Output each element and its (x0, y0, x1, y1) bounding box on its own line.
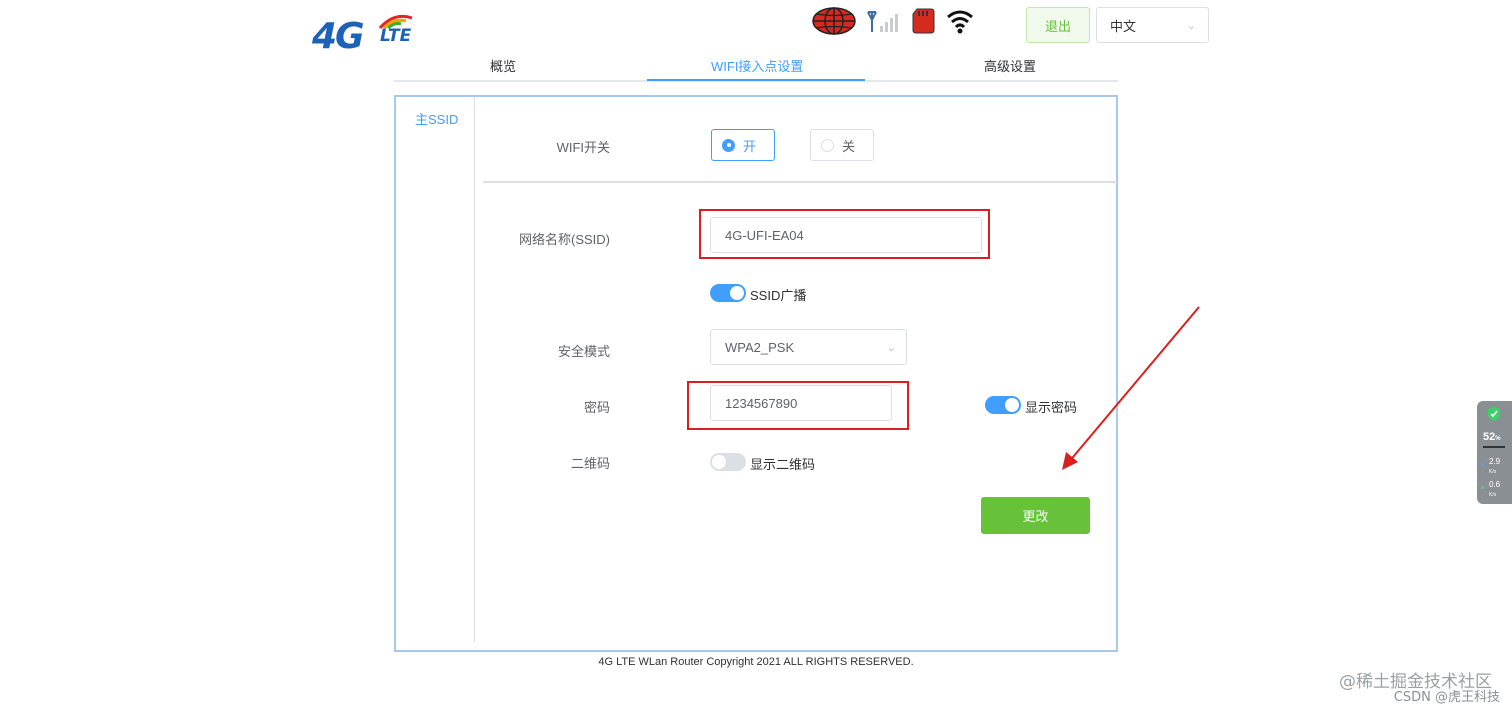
widget-bar (1483, 446, 1505, 448)
password-highlight-box (687, 381, 909, 430)
switch-knob (1005, 398, 1019, 412)
widget-download: 0.6 K/s (1489, 480, 1501, 498)
tab-overview[interactable]: 概览 (490, 56, 516, 75)
tab-wifi-ap-settings[interactable]: WIFI接入点设置 (711, 56, 803, 75)
logo-main-text: 4G (312, 16, 365, 57)
security-mode-value: WPA2_PSK (725, 339, 795, 355)
signal-icon (867, 11, 898, 32)
wifi-on-radio[interactable]: 开 (711, 129, 775, 161)
widget-percent: 52% (1483, 431, 1501, 443)
ssid-highlight-box (699, 209, 990, 259)
security-mode-select[interactable]: WPA2_PSK ⌄ (710, 329, 907, 365)
sidebar: 主SSID (396, 97, 475, 642)
footer: 4G LTE WLan Router Copyright 2021 ALL RI… (0, 656, 1512, 668)
qrcode-label: 二维码 (570, 456, 610, 471)
wifi-switch-label: WIFI开关 (556, 140, 610, 155)
tab-advanced-settings[interactable]: 高级设置 (984, 56, 1036, 75)
shield-icon (1488, 407, 1500, 421)
chevron-down-icon: ⌄ (886, 342, 896, 354)
submit-change-button[interactable]: 更改 (981, 497, 1090, 534)
logout-button[interactable]: 退出 (1026, 7, 1090, 43)
settings-panel: 主SSID WIFI开关 开 关 网络名称(SSID) 4G-UFI-EA04 … (394, 95, 1118, 652)
footer-copyright: 4G LTE WLan Router Copyright 2021 ALL RI… (598, 656, 914, 668)
download-dot-icon (1481, 486, 1484, 489)
show-qrcode-switch[interactable] (710, 453, 746, 471)
upload-dot-icon (1481, 463, 1484, 466)
radio-checked-icon (722, 138, 735, 152)
switch-knob (730, 286, 744, 300)
password-label: 密码 (583, 400, 610, 415)
ssid-broadcast-label: SSID广播 (750, 288, 807, 303)
section-divider (483, 181, 1117, 183)
status-icons (812, 6, 974, 36)
radio-unchecked-icon (821, 138, 834, 152)
sidebar-item-main-ssid[interactable]: 主SSID (415, 109, 458, 128)
security-mode-label: 安全模式 (557, 344, 610, 359)
logo: 4G LTE (312, 10, 452, 57)
ssid-label: 网络名称(SSID) (518, 232, 610, 247)
chevron-down-icon: ⌄ (1186, 20, 1196, 32)
language-value: 中文 (1110, 18, 1137, 34)
annotation-arrow-icon (1062, 306, 1200, 470)
wifi-on-label: 开 (743, 138, 757, 154)
tab-active-indicator (647, 79, 865, 81)
language-select[interactable]: 中文 ⌄ (1096, 7, 1209, 43)
wifi-off-radio[interactable]: 关 (810, 129, 874, 161)
logo-sub-text: LTE (380, 26, 412, 46)
main-tabs: 概览 WIFI接入点设置 高级设置 (394, 50, 1118, 82)
wifi-off-label: 关 (842, 138, 856, 154)
network-monitor-widget[interactable]: 52% 2.9 K/s 0.6 K/s (1477, 401, 1512, 504)
switch-knob (712, 455, 726, 469)
watermark-csdn: CSDN @虎王科技 (1393, 690, 1500, 705)
widget-upload: 2.9 K/s (1489, 457, 1501, 475)
ssid-broadcast-switch[interactable] (710, 284, 746, 302)
wifi-icon (947, 10, 973, 34)
sim-card-icon (912, 8, 935, 34)
show-password-switch[interactable] (985, 396, 1021, 414)
show-qrcode-label: 显示二维码 (750, 457, 816, 472)
globe-icon (812, 7, 856, 35)
